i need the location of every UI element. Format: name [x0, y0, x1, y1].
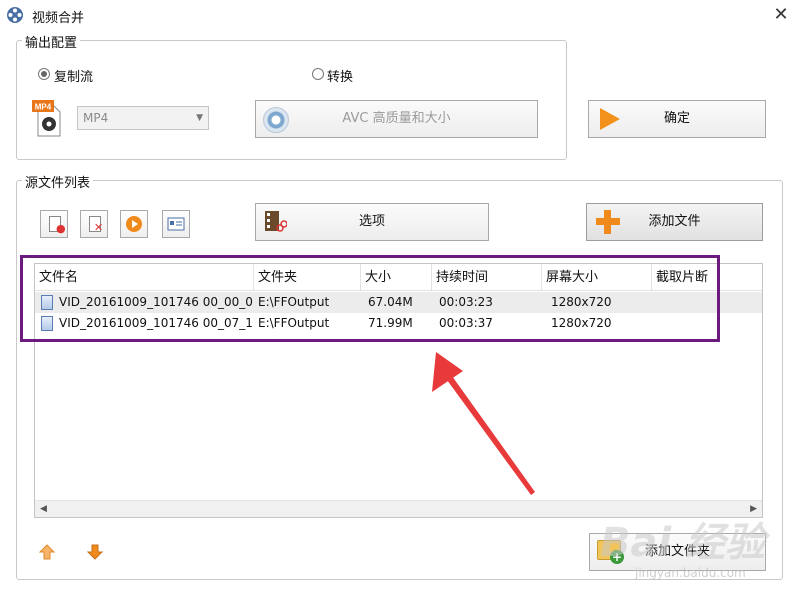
convert-radio[interactable]: [312, 68, 324, 80]
source-list-legend: 源文件列表: [22, 172, 94, 191]
add-plus-icon-bar: [596, 218, 620, 225]
mp4-badge-text: MP4: [35, 103, 52, 112]
quality-button[interactable]: AVC 高质量和大小: [255, 100, 538, 138]
format-select-value: MP4: [83, 111, 109, 125]
options-button[interactable]: 选项: [255, 203, 489, 241]
delete-x-icon: ✕: [94, 221, 104, 234]
output-config-legend: 输出配置: [22, 32, 81, 51]
move-up-icon[interactable]: [38, 543, 56, 561]
remove-file-button[interactable]: ●: [40, 210, 68, 238]
move-down-icon[interactable]: [86, 543, 104, 561]
film-reel-icon: [7, 7, 23, 23]
play-icon: [126, 216, 142, 232]
film-scissors-icon: [265, 211, 287, 232]
convert-label[interactable]: 转换: [327, 66, 353, 85]
media-info-button[interactable]: [162, 210, 190, 238]
delete-file-button[interactable]: ✕: [80, 210, 108, 238]
watermark-url: jingyan.baidu.com: [635, 566, 746, 580]
confirm-arrow-icon: [600, 108, 620, 130]
media-info-icon: [167, 217, 185, 231]
remove-dot-icon: ●: [56, 222, 66, 235]
copy-stream-radio[interactable]: [38, 68, 50, 80]
format-select[interactable]: MP4 ▼: [77, 106, 209, 130]
copy-stream-label[interactable]: 复制流: [54, 66, 93, 85]
mp4-file-icon: MP4: [32, 100, 61, 137]
close-button[interactable]: ✕: [766, 2, 796, 28]
chevron-down-icon: ▼: [196, 113, 203, 123]
window-title: 视频合并: [32, 11, 85, 26]
highlight-box: [20, 255, 720, 342]
settings-gear-icon: [263, 107, 289, 133]
play-button[interactable]: [120, 210, 148, 238]
watermark-logo: Bai 经验: [600, 520, 766, 566]
title-bar: [0, 0, 800, 30]
scroll-left-icon[interactable]: ◀: [40, 504, 47, 514]
